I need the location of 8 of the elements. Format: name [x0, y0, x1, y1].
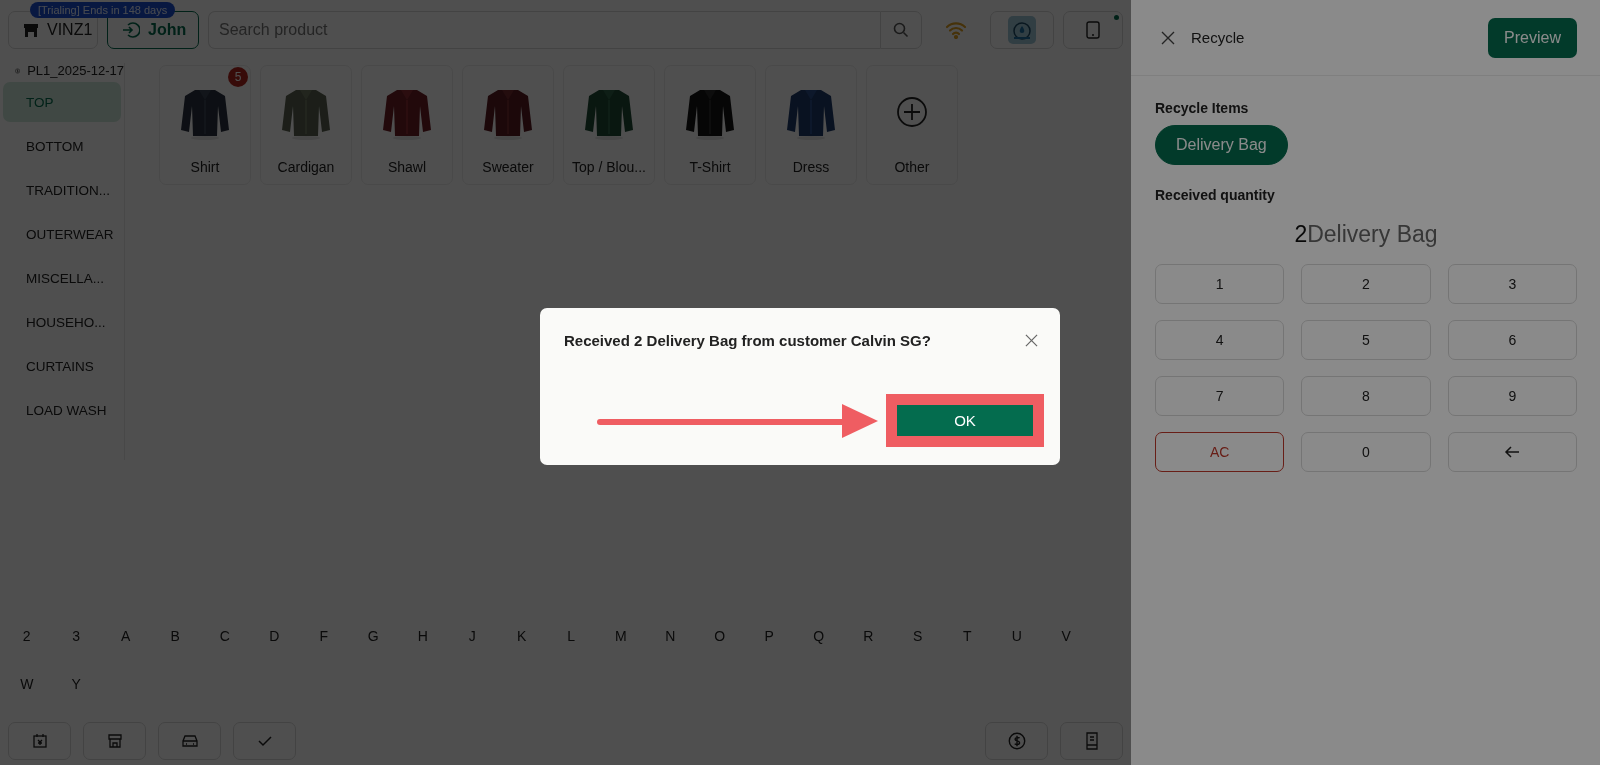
- quantity-value: 2: [1294, 221, 1308, 248]
- quantity-unit: Delivery Bag: [1307, 221, 1438, 248]
- section-heading: Received quantity: [1155, 187, 1276, 203]
- price-list-label: PL1_2025-12-17: [27, 63, 124, 78]
- section-heading: Recycle Items: [1155, 100, 1250, 116]
- dialog-message: Received 2 Delivery Bag from customer Calvin SG?: [564, 332, 931, 349]
- count-badge: 5: [228, 67, 248, 87]
- drawer-title: Recycle: [1191, 29, 1245, 46]
